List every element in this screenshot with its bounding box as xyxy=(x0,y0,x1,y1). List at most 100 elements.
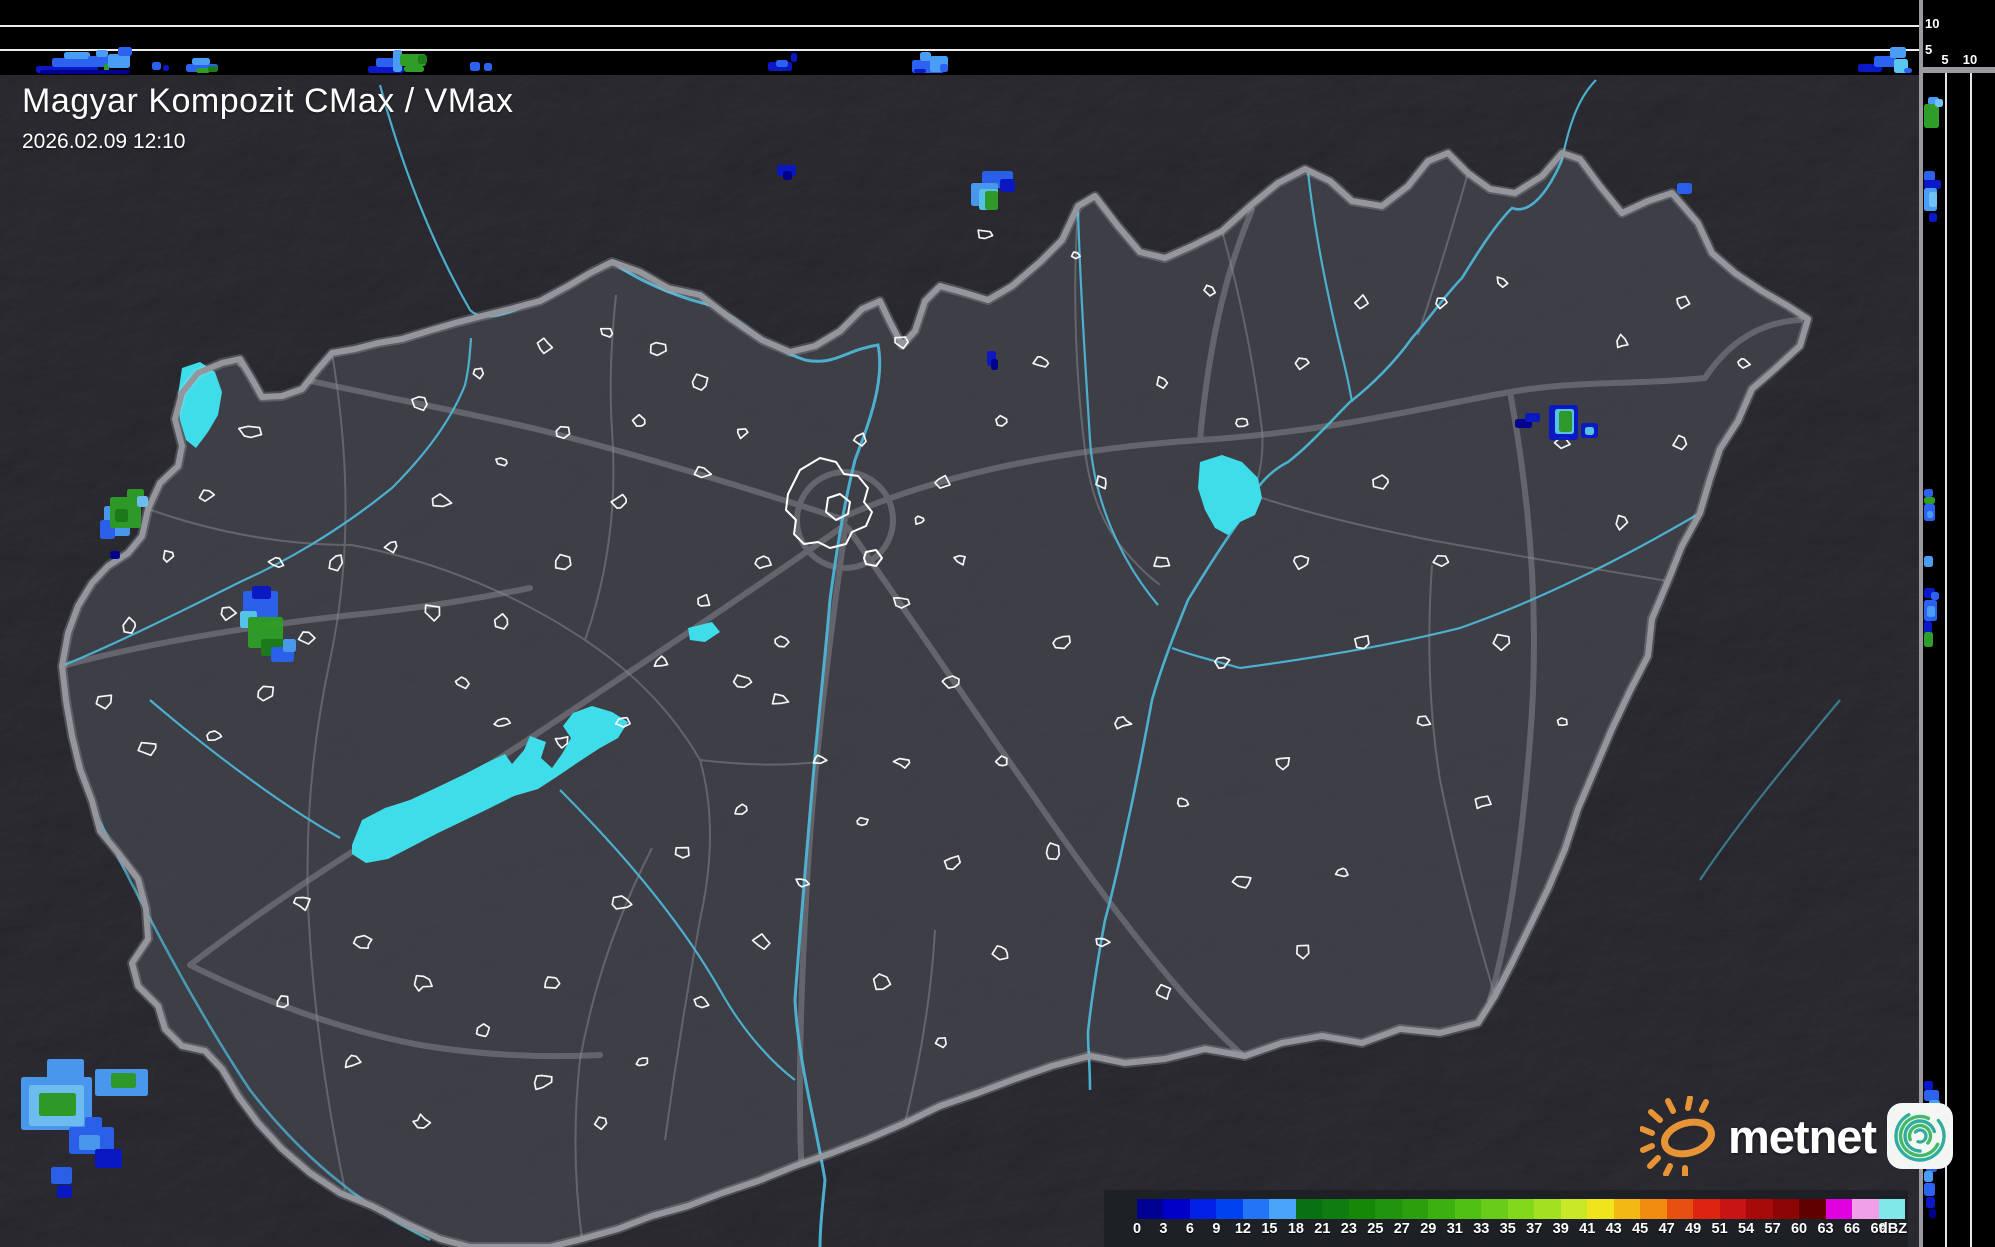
dbz-color-block xyxy=(1348,1199,1376,1219)
dbz-color-block xyxy=(1322,1199,1349,1219)
dbz-tick-label: 63 xyxy=(1817,1221,1834,1237)
radar-echo-cell xyxy=(1924,556,1933,567)
logo-text: metnet xyxy=(1728,1109,1877,1163)
dbz-color-block xyxy=(1163,1199,1190,1219)
dbz-color-block xyxy=(1560,1199,1588,1219)
radar-echo-cell xyxy=(470,62,480,71)
dbz-tick-label: 25 xyxy=(1367,1221,1384,1237)
dbz-tick-label: 49 xyxy=(1685,1221,1702,1237)
dbz-color-block xyxy=(1507,1199,1535,1219)
dbz-tick-label: 43 xyxy=(1605,1221,1622,1237)
radar-echo-cell xyxy=(1525,413,1540,422)
radar-echo-cell xyxy=(484,63,492,71)
radar-echo-cell xyxy=(1924,497,1935,504)
dbz-scale-labels: 0 3 6 9 12 15 18 21 23 25 27 29 31 33 35 37 39 41 43 45 47 49… xyxy=(1104,1221,1908,1243)
radar-echo-cell xyxy=(79,1135,100,1150)
radar-echo-cell xyxy=(1924,104,1939,128)
radar-echoes-top-profile xyxy=(36,47,1912,74)
radar-echo-cell xyxy=(163,65,169,71)
radar-echo-cell xyxy=(208,66,218,72)
dbz-color-block xyxy=(1242,1199,1270,1219)
dbz-unit-label: dBZ xyxy=(1878,1221,1908,1237)
radar-echo-cell xyxy=(1929,192,1937,207)
dbz-color-block xyxy=(1852,1199,1879,1219)
radar-echo-cell xyxy=(57,1185,72,1198)
radar-echo-cell xyxy=(137,496,148,507)
radar-echo-cell xyxy=(1000,179,1015,192)
radar-echo-cell xyxy=(1924,171,1935,181)
dbz-tick-label: 45 xyxy=(1632,1221,1649,1237)
radar-echo-cell xyxy=(39,1093,76,1116)
timestamp: 2026.02.09 12:10 xyxy=(22,130,186,153)
radar-echo-cell xyxy=(192,58,210,65)
radar-echo-cell xyxy=(118,47,132,56)
radar-echo-cell xyxy=(1904,68,1912,73)
radar-echoes-right-profile xyxy=(1924,97,1943,1218)
radar-echo-cell xyxy=(791,53,797,62)
radar-echo-cell xyxy=(920,52,931,61)
dbz-tick-label: 37 xyxy=(1526,1221,1543,1237)
dbz-color-block xyxy=(1401,1199,1429,1219)
radar-echo-cell xyxy=(991,359,998,370)
dbz-tick-label: 29 xyxy=(1420,1221,1437,1237)
radar-echo-cell xyxy=(783,171,792,180)
radar-echo-cell xyxy=(108,54,130,68)
radar-echo-cell xyxy=(115,509,128,522)
dbz-tick-label: 54 xyxy=(1738,1221,1755,1237)
dbz-tick-label: 51 xyxy=(1711,1221,1728,1237)
radar-echo-cell xyxy=(1924,1081,1933,1090)
dbz-tick-label: 41 xyxy=(1579,1221,1596,1237)
radar-echo-cell xyxy=(940,64,948,72)
dbz-color-block xyxy=(1454,1199,1482,1219)
top-profile-panel xyxy=(0,0,1919,75)
radar-echo-cell xyxy=(1926,1197,1935,1208)
dbz-tick-label: 21 xyxy=(1314,1221,1331,1237)
dbz-tick-label: 23 xyxy=(1340,1221,1357,1237)
metnet-logo: metnet xyxy=(1640,1096,1954,1176)
dbz-color-block xyxy=(1772,1199,1800,1219)
radar-echo-cell xyxy=(283,639,296,652)
radar-echo-cell xyxy=(404,66,424,72)
dbz-tick-label: 15 xyxy=(1261,1221,1278,1237)
dbz-tick-label: 9 xyxy=(1212,1221,1221,1237)
dbz-color-block xyxy=(1799,1199,1826,1219)
sun-icon xyxy=(1640,1096,1715,1176)
dbz-tick-label: 12 xyxy=(1234,1221,1251,1237)
dbz-color-block xyxy=(1375,1199,1402,1219)
dbz-tick-label: 33 xyxy=(1473,1221,1490,1237)
dbz-color-block xyxy=(1269,1199,1296,1219)
dbz-color-block xyxy=(1746,1199,1773,1219)
radar-echo-cell xyxy=(1927,511,1933,518)
radar-app-frame: Magyar Kompozit CMax / VMax 2026.02.09 1… xyxy=(0,0,1995,1247)
dbz-color-block xyxy=(1295,1199,1323,1219)
dbz-color-block xyxy=(1189,1199,1217,1219)
radar-echo-cell xyxy=(1890,47,1906,58)
radar-map xyxy=(0,0,1919,1247)
dbz-color-block xyxy=(1666,1199,1694,1219)
right-profile-panel: 10 5 5 10 xyxy=(1919,0,1995,1247)
radar-echo-cell xyxy=(51,1167,72,1184)
radar-echo-cell xyxy=(1677,183,1692,194)
radar-echo-cell xyxy=(1559,411,1572,432)
dbz-color-block xyxy=(1534,1199,1561,1219)
dbz-color-block xyxy=(1481,1199,1508,1219)
radar-echo-cell xyxy=(1935,99,1943,107)
radar-echo-cell xyxy=(985,191,998,210)
radar-echo-cell xyxy=(1924,180,1941,189)
dbz-scale-panel: 0 3 6 9 12 15 18 21 23 25 27 29 31 33 35 37 39 41 43 45 47 49… xyxy=(1104,1190,1908,1247)
radar-echo-cell xyxy=(1929,213,1937,222)
radar-echo-cell xyxy=(96,50,108,57)
radar-echo-cell xyxy=(1585,427,1594,435)
radar-echo-cell xyxy=(152,62,161,70)
radar-echo-cell xyxy=(95,1149,122,1168)
radar-echo-cell xyxy=(1931,592,1939,600)
dbz-tick-label: 31 xyxy=(1446,1221,1463,1237)
radar-echo-cell xyxy=(40,70,130,74)
dbz-color-block xyxy=(1878,1199,1906,1219)
dbz-color-block xyxy=(1428,1199,1455,1219)
dbz-color-block xyxy=(1693,1199,1720,1219)
radar-echo-cell xyxy=(1924,1183,1935,1196)
radar-echo-cell xyxy=(1924,489,1933,497)
dbz-tick-label: 0 xyxy=(1132,1221,1142,1237)
dbz-tick-label: 6 xyxy=(1185,1221,1194,1237)
